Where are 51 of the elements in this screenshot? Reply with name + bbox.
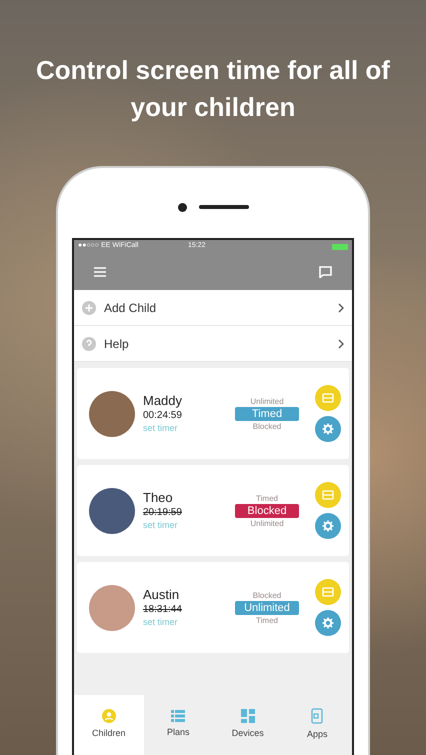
settings-button[interactable]	[315, 416, 341, 442]
list-icon	[171, 710, 186, 722]
mode-option[interactable]: Unlimited	[250, 396, 284, 406]
set-timer-link[interactable]: set timer	[143, 616, 178, 628]
chat-icon[interactable]	[319, 266, 332, 278]
mode-option[interactable]: Blocked	[252, 590, 282, 600]
chevron-icon	[338, 302, 344, 312]
settings-button[interactable]	[315, 513, 341, 539]
chevron-icon	[338, 338, 344, 348]
battery-icon	[332, 244, 348, 250]
mode-option[interactable]: Timed	[256, 614, 278, 626]
bonus-button[interactable]	[315, 482, 341, 508]
child-name: Theo	[143, 490, 174, 506]
avatar-photo	[89, 488, 135, 534]
timer-text: 20:19:59	[143, 506, 183, 519]
menu-row[interactable]: Add Child	[74, 290, 352, 326]
bonus-button[interactable]	[315, 385, 341, 411]
menu-label: Add Child	[104, 300, 158, 316]
mode-option[interactable]: Timed	[256, 492, 278, 504]
speaker-slot	[198, 205, 248, 209]
tab[interactable]: Children	[74, 695, 144, 755]
settings-icon	[322, 520, 334, 532]
mode-option[interactable]: Unlimited	[250, 518, 284, 528]
mode-badge[interactable]: Blocked	[235, 504, 299, 518]
settings-icon	[322, 617, 334, 629]
mode-badge[interactable]: Unlimited	[235, 600, 299, 614]
mode-option[interactable]: Blocked	[252, 420, 282, 432]
timer-text: 00:24:59	[143, 409, 183, 422]
timer-text: 18:31:44	[143, 603, 183, 616]
bonus-button[interactable]	[315, 579, 341, 605]
grid-icon	[240, 709, 255, 724]
tab[interactable]: Apps	[282, 695, 352, 755]
avatar-photo	[89, 584, 135, 630]
phone-icon	[311, 708, 324, 724]
person-icon	[102, 709, 116, 724]
child-name: Maddy	[143, 393, 184, 409]
avatar-photo	[89, 390, 135, 436]
set-timer-link[interactable]: set timer	[143, 519, 178, 531]
settings-icon	[322, 423, 334, 435]
headline: Control screen time for all of your children	[35, 54, 391, 124]
settings-button[interactable]	[315, 610, 341, 636]
mode-badge[interactable]: Timed	[235, 406, 299, 420]
menu-icon[interactable]	[94, 266, 106, 276]
help-circle-icon	[82, 336, 96, 350]
set-timer-link[interactable]: set timer	[143, 422, 178, 434]
tab[interactable]: Plans	[144, 695, 213, 755]
menu-label: Help	[104, 336, 130, 352]
child-name: Austin	[143, 587, 180, 603]
menu-row[interactable]: Help	[74, 326, 352, 362]
plus-circle-icon	[82, 300, 96, 314]
tab[interactable]: Devices	[213, 695, 282, 755]
